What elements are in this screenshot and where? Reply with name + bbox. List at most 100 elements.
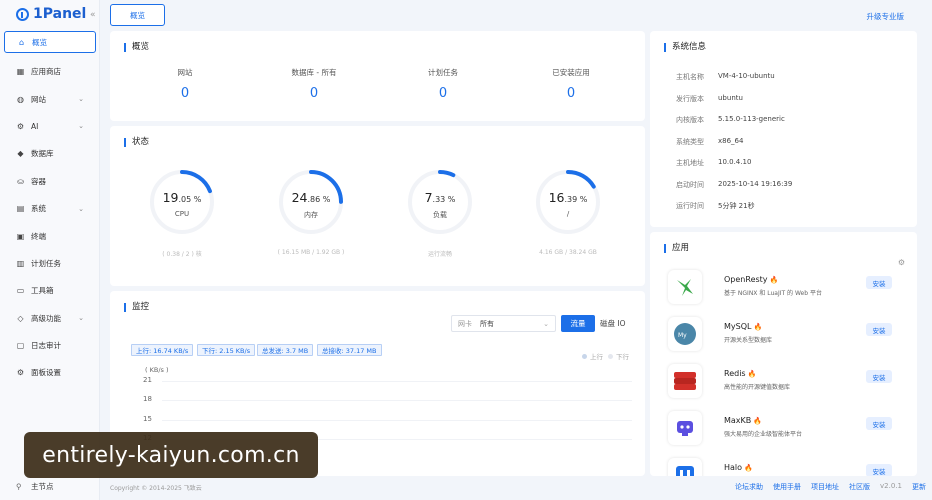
overview-databases[interactable]: 数据库 - 所有 0 bbox=[269, 67, 359, 101]
y-axis-unit: ( KB/s ) bbox=[145, 366, 169, 374]
sidebar-item-label: 工具箱 bbox=[31, 286, 54, 296]
globe-icon: ◍ bbox=[17, 94, 24, 104]
gauge-value-dec: .05 % bbox=[178, 195, 202, 204]
install-button[interactable]: 安装 bbox=[866, 276, 892, 289]
node-switcher[interactable]: ⚲ 主节点 bbox=[16, 481, 54, 492]
overview-label: 网站 bbox=[177, 68, 193, 77]
gauge-detail: ( 16.15 MB / 1.92 GB ) bbox=[277, 249, 345, 256]
gridline bbox=[162, 381, 632, 382]
sysinfo-row: 发行版本 ubuntu bbox=[676, 94, 743, 104]
install-button[interactable]: 安装 bbox=[866, 417, 892, 430]
sidebar-item[interactable]: ⚙ AI ⌄ bbox=[4, 113, 96, 140]
sidebar-item[interactable]: ◍ 网站 ⌄ bbox=[4, 85, 96, 112]
chevron-down-icon: ⌄ bbox=[543, 319, 549, 328]
sidebar-item-label: 日志审计 bbox=[31, 341, 61, 351]
gauge-label: CPU bbox=[174, 210, 190, 218]
hot-icon: 🔥 bbox=[753, 323, 763, 331]
apps-title: 应用 bbox=[664, 244, 689, 253]
sidebar-item[interactable]: ▤ 系统 ⌄ bbox=[4, 195, 96, 222]
status-gauge: 24.86 % 内存 bbox=[275, 166, 347, 238]
sysinfo-value: 2025-10-14 19:16:39 bbox=[718, 179, 793, 188]
footer-links: 论坛求助 使用手册 项目地址 社区版 v2.0.1 更新 bbox=[735, 482, 926, 492]
sidebar-item[interactable]: ◇ 高级功能 ⌄ bbox=[4, 305, 96, 332]
sidebar-item-label: 数据库 bbox=[31, 149, 54, 159]
install-button[interactable]: 安装 bbox=[866, 370, 892, 383]
calendar-icon: ▥ bbox=[16, 258, 25, 268]
sidebar-item[interactable]: ▢ 日志审计 bbox=[4, 332, 96, 359]
sysinfo-row: 主机名称 VM-4-10-ubuntu bbox=[676, 72, 775, 82]
sysinfo-value: 10.0.4.10 bbox=[718, 158, 752, 166]
chevron-down-icon: ⌄ bbox=[78, 95, 84, 104]
forum-link[interactable]: 论坛求助 bbox=[735, 482, 763, 492]
status-gauge: 16.39 % / bbox=[532, 166, 604, 238]
traffic-button[interactable]: 流量 bbox=[561, 315, 595, 332]
sysinfo-value: 5分钟 21秒 bbox=[718, 202, 755, 210]
user-icon: ⚲ bbox=[16, 482, 22, 491]
gauge-detail: ( 0.38 / 2 ) 核 bbox=[162, 251, 202, 258]
app-item-halo[interactable]: Halo 🔥 安装 bbox=[668, 456, 900, 476]
hot-icon: 🔥 bbox=[747, 370, 757, 378]
gauge-value: 16.39 % bbox=[532, 190, 604, 205]
sysinfo-key: 主机名称 bbox=[676, 73, 704, 81]
update-link[interactable]: 更新 bbox=[912, 482, 926, 492]
y-tick: 15 bbox=[143, 415, 152, 423]
sidebar-item[interactable]: ⛀ 容器 bbox=[4, 168, 96, 195]
tab-overview[interactable]: 概览 bbox=[110, 4, 165, 26]
sidebar-item[interactable]: ▦ 应用商店 bbox=[4, 58, 96, 85]
disk-io-button[interactable]: 磁盘 IO bbox=[600, 315, 626, 332]
legend-upload[interactable]: 上行 bbox=[582, 351, 603, 361]
mysql-icon: My bbox=[668, 317, 702, 351]
nic-select[interactable]: 网卡 所有 ⌄ bbox=[451, 315, 556, 332]
docs-link[interactable]: 使用手册 bbox=[773, 482, 801, 492]
logo[interactable]: 1Panel bbox=[16, 6, 86, 22]
overview-installed-apps[interactable]: 已安装应用 0 bbox=[526, 67, 616, 101]
edition-link[interactable]: 社区版 bbox=[849, 482, 870, 492]
overview-websites[interactable]: 网站 0 bbox=[140, 67, 230, 101]
version-label: v2.0.1 bbox=[880, 482, 902, 490]
overview-cronjobs[interactable]: 计划任务 0 bbox=[398, 67, 488, 101]
overview-value: 0 bbox=[438, 86, 448, 101]
legend-upload-label: 上行 bbox=[590, 353, 603, 361]
install-button[interactable]: 安装 bbox=[866, 464, 892, 476]
sidebar-item[interactable]: ▥ 计划任务 bbox=[4, 250, 96, 277]
install-button[interactable]: 安装 bbox=[866, 323, 892, 336]
app-item-openresty[interactable]: OpenResty 🔥 基于 NGINX 和 LuaJIT 的 Web 平台 安装 bbox=[668, 268, 900, 308]
redis-icon bbox=[668, 364, 702, 398]
hot-icon: 🔥 bbox=[744, 464, 753, 472]
sidebar-item[interactable]: ▣ 终端 bbox=[4, 222, 96, 249]
gauge-value: 24.86 % bbox=[275, 190, 347, 205]
sysinfo-key: 发行版本 bbox=[676, 94, 704, 103]
app-item-mysql[interactable]: My MySQL 🔥 开源关系型数据库 安装 bbox=[668, 315, 900, 355]
sidebar-item[interactable]: ▭ 工具箱 bbox=[4, 277, 96, 304]
hot-icon: 🔥 bbox=[753, 417, 762, 425]
sidebar-item[interactable]: ⌂ 概览 bbox=[4, 31, 96, 53]
sidebar-item[interactable]: ◆ 数据库 bbox=[4, 140, 96, 167]
gauge-value-int: 16 bbox=[548, 190, 565, 205]
app-item-maxkb[interactable]: MaxKB 🔥 强大易用的企业级智能体平台 安装 bbox=[668, 409, 900, 449]
gauge-label: 负载 bbox=[433, 211, 447, 219]
sidebar-item-label: 高级功能 bbox=[31, 313, 61, 323]
settings-icon[interactable]: ⚙ bbox=[898, 258, 905, 267]
sysinfo-value: x86_64 bbox=[718, 136, 744, 145]
gauge-label: 内存 bbox=[304, 211, 318, 219]
collapse-sidebar-icon[interactable]: « bbox=[90, 10, 96, 20]
sidebar-item[interactable]: ⚙ 面板设置 bbox=[4, 359, 96, 386]
gauge-value-dec: .86 % bbox=[307, 195, 331, 204]
sidebar-item-label: 概览 bbox=[32, 37, 47, 47]
sidebar-item-label: 计划任务 bbox=[31, 258, 61, 268]
status-gauge: 19.05 % CPU bbox=[146, 166, 218, 238]
sysinfo-value: VM-4-10-ubuntu bbox=[718, 72, 775, 80]
gauge-value-dec: .39 % bbox=[564, 195, 588, 204]
upgrade-link[interactable]: 升级专业版 bbox=[867, 11, 905, 22]
legend-download[interactable]: 下行 bbox=[608, 351, 629, 361]
status-gauge: 7.33 % 负载 bbox=[404, 166, 476, 238]
app-item-redis[interactable]: Redis 🔥 高性能的开源键值数据库 安装 bbox=[668, 362, 900, 402]
chevron-down-icon: ⌄ bbox=[78, 122, 84, 131]
project-link[interactable]: 项目地址 bbox=[811, 482, 839, 492]
app-name: OpenResty 🔥 bbox=[724, 275, 779, 284]
log-icon: ▢ bbox=[16, 341, 25, 351]
app-name: MaxKB 🔥 bbox=[724, 416, 762, 425]
sysinfo-card: 系统信息 主机名称 VM-4-10-ubuntu 发行版本 ubuntu 内核版本 5.1… bbox=[650, 31, 917, 227]
apps-card: 应用 ⚙ OpenResty 🔥 基于 NGINX 和 LuaJIT 的 Web … bbox=[650, 232, 917, 476]
gridline bbox=[162, 400, 632, 401]
